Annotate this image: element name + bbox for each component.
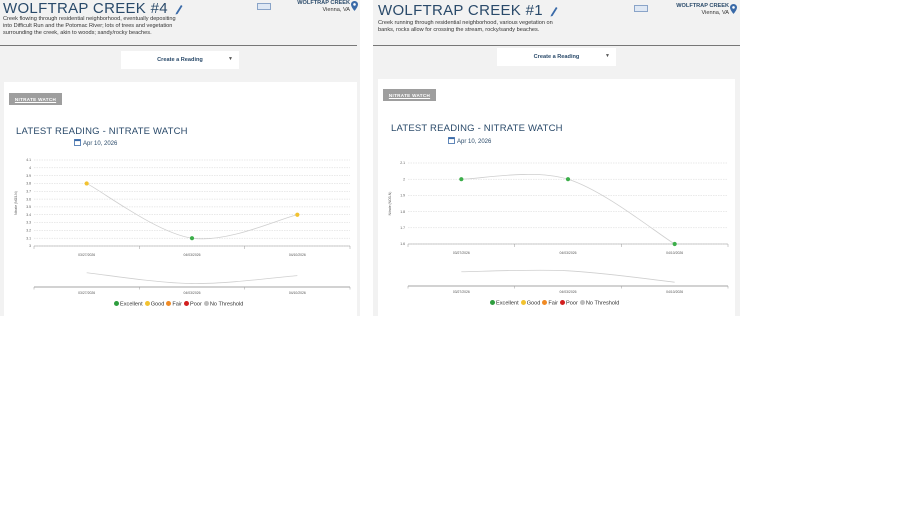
legend-label: No Threshold bbox=[209, 301, 244, 308]
legend-swatch bbox=[542, 300, 548, 305]
flag-icon[interactable] bbox=[634, 5, 648, 12]
location-city: Vienna, VA bbox=[322, 7, 350, 13]
y-tick-label: 3.7 bbox=[26, 189, 31, 193]
data-point bbox=[672, 241, 677, 247]
x-tick-label: 04/03/2026 bbox=[560, 251, 577, 255]
series-line bbox=[461, 174, 675, 245]
y-tick-label: 2.1 bbox=[400, 161, 405, 165]
legend-swatch bbox=[203, 301, 209, 306]
legend-swatch bbox=[184, 301, 190, 306]
navigator-label: 03/27/2026 bbox=[453, 290, 470, 294]
y-tick-label: 1.7 bbox=[400, 226, 405, 230]
navigator-label: 04/10/2026 bbox=[289, 291, 306, 295]
legend: Excellent Good Fair Poor No Threshold bbox=[112, 301, 243, 308]
y-axis-label: Nitrate (NO3-N) bbox=[388, 192, 392, 216]
legend-label: Fair bbox=[548, 300, 559, 307]
y-tick-label: 3.8 bbox=[26, 182, 31, 186]
legend-label: Excellent bbox=[120, 301, 143, 308]
site-description: Creek flowing through residential neighb… bbox=[3, 16, 176, 36]
create-reading-dropdown[interactable]: Create a Reading ▼ bbox=[497, 48, 616, 66]
chart-card: NITRATE WATCH LATEST READING - NITRATE W… bbox=[378, 79, 735, 316]
legend-label: Fair bbox=[172, 301, 183, 308]
map-pin-icon[interactable] bbox=[730, 4, 737, 14]
chart-card: NITRATE WATCH LATEST READING - NITRATE W… bbox=[4, 82, 357, 316]
legend-swatch bbox=[144, 301, 150, 306]
y-tick-label: 2 bbox=[403, 177, 405, 181]
legend-label: Poor bbox=[566, 300, 578, 307]
legend-label: Poor bbox=[190, 301, 202, 308]
flag-icon[interactable] bbox=[257, 3, 271, 10]
x-tick-label: 04/03/2026 bbox=[184, 253, 201, 257]
location-name: WOLFTRAP CREEK bbox=[676, 3, 729, 9]
x-tick-label: 03/27/2026 bbox=[453, 251, 470, 255]
y-tick-label: 3.9 bbox=[26, 174, 31, 178]
data-point bbox=[295, 212, 300, 217]
y-tick-label: 4.1 bbox=[26, 158, 31, 162]
legend-swatch bbox=[490, 300, 495, 305]
nitrate-chart: 3 3.1 3.2 3.3 3.4 3.5 3.6 3.7 3.8 3.9 4 4.1 Nitrate … bbox=[14, 158, 351, 295]
chevron-down-icon: ▼ bbox=[228, 56, 233, 62]
pencil-icon[interactable] bbox=[549, 5, 558, 17]
site-location: WOLFTRAP CREEK Vienna, VA bbox=[284, 0, 350, 14]
header-divider bbox=[0, 45, 357, 46]
location-city: Vienna, VA bbox=[701, 10, 729, 16]
pencil-icon[interactable] bbox=[174, 3, 183, 15]
y-tick-label: 3.2 bbox=[26, 229, 31, 233]
data-point bbox=[84, 181, 89, 186]
navigator-label: 03/27/2026 bbox=[78, 291, 95, 295]
map-pin-icon[interactable] bbox=[351, 1, 358, 11]
site-title: WOLFTRAP CREEK #1 bbox=[378, 2, 558, 19]
y-tick-label: 1.6 bbox=[400, 242, 405, 246]
data-point bbox=[189, 236, 195, 241]
site-panel-wolftrap-1: WOLFTRAP CREEK #1 Creek running through … bbox=[373, 0, 740, 316]
legend-label: No Threshold bbox=[585, 300, 620, 307]
nitrate-chart: 1.6 1.7 1.8 1.9 2 2.1 Nitrate (NO3-N) 03/27/202… bbox=[388, 161, 729, 294]
legend-swatch bbox=[579, 300, 585, 305]
legend-swatch bbox=[560, 300, 566, 305]
legend-swatch bbox=[520, 300, 526, 305]
y-tick-label: 3.6 bbox=[26, 197, 31, 201]
y-axis-label: Nitrate (NO3-N) bbox=[14, 191, 18, 215]
data-point bbox=[565, 177, 571, 182]
legend-label: Good bbox=[150, 301, 165, 308]
y-tick-label: 3.1 bbox=[26, 236, 31, 240]
site-title: WOLFTRAP CREEK #4 bbox=[3, 0, 183, 17]
legend-swatch bbox=[166, 301, 172, 306]
header-divider bbox=[373, 45, 740, 46]
navigator-label: 04/03/2026 bbox=[560, 290, 577, 294]
navigator-label: 04/10/2026 bbox=[666, 290, 683, 294]
legend-swatch bbox=[114, 301, 119, 306]
legend: Excellent Good Fair Poor No Threshold bbox=[488, 300, 619, 307]
navigator-line bbox=[86, 272, 298, 284]
y-tick-label: 3 bbox=[29, 244, 31, 248]
site-location: WOLFTRAP CREEK Vienna, VA bbox=[663, 3, 729, 17]
location-name: WOLFTRAP CREEK bbox=[297, 0, 350, 6]
y-tick-label: 1.9 bbox=[400, 194, 405, 198]
y-tick-label: 4 bbox=[29, 166, 31, 170]
y-tick-label: 3.5 bbox=[26, 205, 31, 209]
site-panel-wolftrap-4: WOLFTRAP CREEK #4 Creek flowing through … bbox=[0, 0, 360, 316]
y-tick-label: 3.3 bbox=[26, 221, 31, 225]
y-tick-label: 1.8 bbox=[400, 210, 405, 214]
chevron-down-icon: ▼ bbox=[605, 53, 610, 59]
data-point bbox=[459, 177, 464, 182]
y-tick-label: 3.4 bbox=[26, 213, 31, 217]
x-tick-label: 04/10/2026 bbox=[666, 251, 683, 255]
legend-label: Excellent bbox=[496, 300, 519, 307]
navigator-line bbox=[461, 269, 675, 283]
navigator-label: 04/03/2026 bbox=[184, 291, 201, 295]
x-tick-label: 03/27/2026 bbox=[78, 253, 95, 257]
create-reading-dropdown[interactable]: Create a Reading ▼ bbox=[121, 51, 239, 69]
legend-label: Good bbox=[526, 300, 541, 307]
site-description: Creek running through residential neighb… bbox=[378, 20, 553, 33]
x-tick-label: 04/10/2026 bbox=[289, 253, 306, 257]
